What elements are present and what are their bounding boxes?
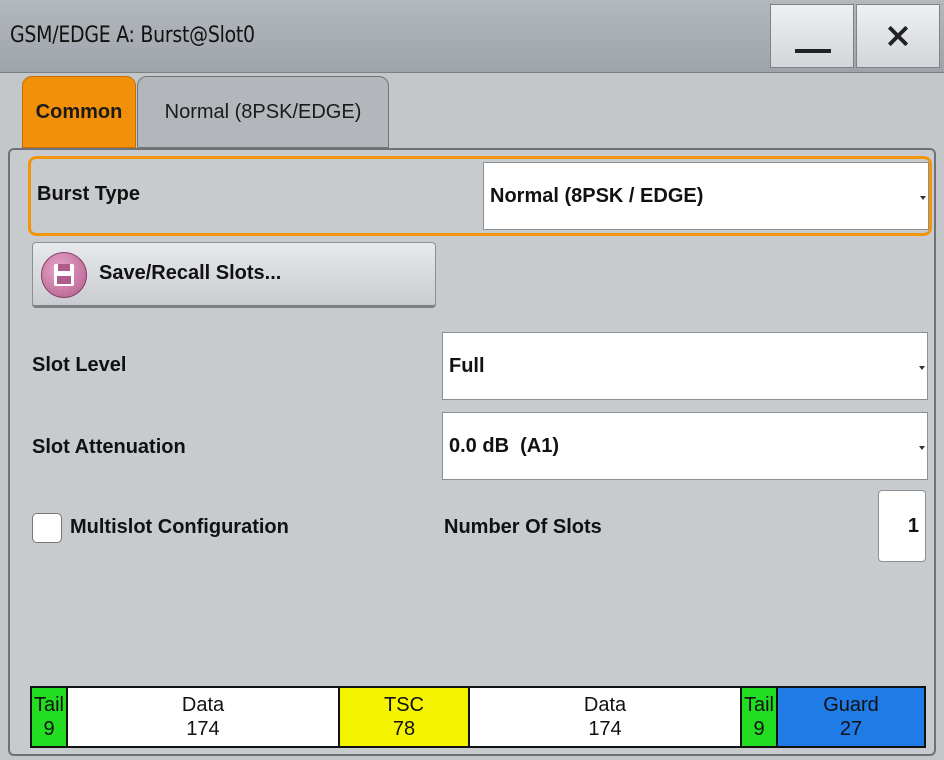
minimize-button[interactable] — [770, 4, 854, 68]
segment-bits: 174 — [588, 718, 622, 740]
close-icon — [887, 25, 909, 47]
floppy-disk-icon — [41, 252, 87, 298]
slot-attenuation-value: 0.0 dB (A1) — [449, 434, 560, 457]
common-settings-panel: Burst Type Normal (8PSK / EDGE) Save/Rec… — [8, 148, 936, 756]
burst-segment-data-1: Data 174 — [68, 688, 340, 746]
burst-segment-tail-2: Tail 9 — [742, 688, 778, 746]
minimize-icon — [795, 49, 831, 53]
burst-segment-tail-1: Tail 9 — [32, 688, 68, 746]
slot-attenuation-label: Slot Attenuation — [32, 436, 186, 458]
dropdown-arrow-icon — [919, 366, 925, 370]
burst-segment-tsc: TSC 78 — [340, 688, 470, 746]
dropdown-arrow-icon — [919, 446, 925, 450]
segment-bits: 9 — [753, 718, 765, 740]
segment-name: Data — [583, 694, 627, 716]
slot-level-label: Slot Level — [32, 354, 127, 376]
segment-bits: 78 — [392, 718, 416, 740]
tab-normal-8psk-edge[interactable]: Normal (8PSK/EDGE) — [137, 76, 389, 148]
segment-bits: 9 — [43, 718, 55, 740]
slot-level-value: Full — [449, 354, 485, 377]
segment-name: Tail — [33, 694, 64, 716]
slot-attenuation-select[interactable]: 0.0 dB (A1) — [442, 412, 928, 480]
segment-name: Guard — [823, 694, 879, 716]
segment-bits: 27 — [839, 718, 863, 740]
title-bar: GSM/EDGE A: Burst@Slot0 — [0, 0, 944, 73]
burst-type-label: Burst Type — [37, 183, 140, 205]
burst-type-value: Normal (8PSK / EDGE) — [490, 184, 704, 207]
number-of-slots-label: Number Of Slots — [444, 516, 602, 538]
number-of-slots-input[interactable]: 1 — [878, 490, 926, 562]
burst-type-row: Burst Type Normal (8PSK / EDGE) — [28, 156, 932, 236]
burst-type-select[interactable]: Normal (8PSK / EDGE) — [483, 162, 929, 230]
multislot-label: Multislot Configuration — [70, 516, 289, 538]
burst-segment-guard: Guard 27 — [778, 688, 924, 746]
segment-bits: 174 — [186, 718, 220, 740]
slot-level-select[interactable]: Full — [442, 332, 928, 400]
burst-segment-data-2: Data 174 — [470, 688, 742, 746]
close-button[interactable] — [856, 4, 940, 68]
tab-common[interactable]: Common — [22, 76, 136, 148]
save-recall-label: Save/Recall Slots... — [99, 262, 282, 284]
segment-name: Data — [181, 694, 225, 716]
multislot-checkbox[interactable] — [32, 513, 62, 543]
dropdown-arrow-icon — [920, 196, 926, 200]
burst-structure-bar: Tail 9 Data 174 TSC 78 Data 174 Tail 9 G… — [30, 686, 926, 748]
segment-name: Tail — [743, 694, 774, 716]
segment-name: TSC — [384, 694, 424, 716]
window-title: GSM/EDGE A: Burst@Slot0 — [10, 23, 255, 48]
save-recall-slots-button[interactable]: Save/Recall Slots... — [32, 242, 436, 308]
